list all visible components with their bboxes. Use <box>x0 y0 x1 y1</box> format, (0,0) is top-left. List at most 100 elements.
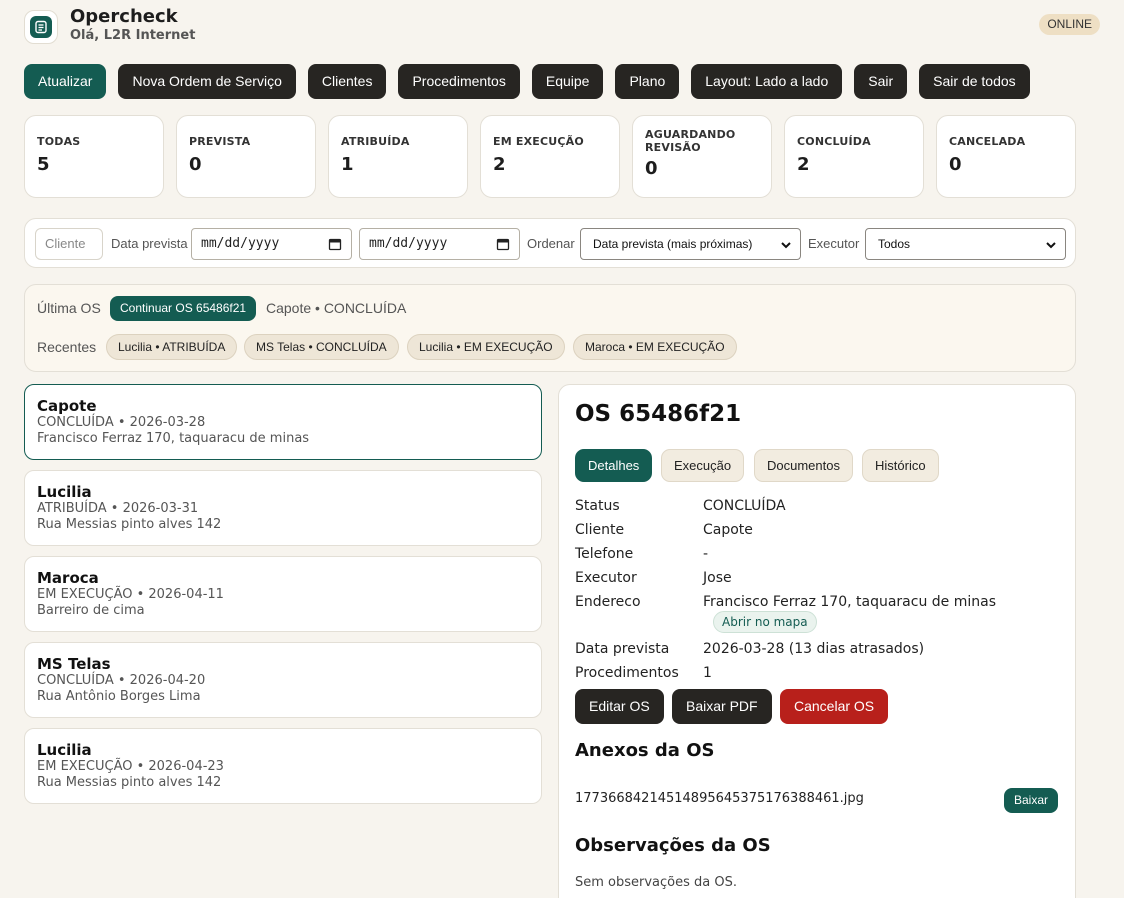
executor-select-value: Todos <box>878 237 911 251</box>
tab-execucao[interactable]: Execução <box>661 449 745 482</box>
detail-value-phone: - <box>703 546 709 562</box>
recent-chip[interactable]: Maroca • EM EXECUÇÃO <box>573 334 737 360</box>
order-address: Rua Messias pinto alves 142 <box>37 775 222 790</box>
plan-button[interactable]: Plano <box>615 64 680 99</box>
stat-label: CONCLUÍDA <box>797 135 871 148</box>
detail-label-address: Endereco <box>575 594 641 610</box>
stat-value: 2 <box>797 154 810 175</box>
order-address: Francisco Ferraz 170, taquaracu de minas <box>37 431 310 446</box>
date-from-value: mm/dd/yyyy <box>201 236 280 251</box>
detail-value-procedures: 1 <box>703 665 712 681</box>
client-filter-input[interactable]: Cliente <box>35 228 103 260</box>
app-logo <box>24 10 58 44</box>
stat-value: 2 <box>493 154 506 175</box>
stat-label: AGUARDANDO REVISÃO <box>645 128 736 154</box>
clients-button[interactable]: Clientes <box>307 64 387 99</box>
executor-label: Executor <box>808 236 860 251</box>
order-select-value: Data prevista (mais próximas) <box>593 237 753 251</box>
status-badge: ONLINE <box>1039 14 1100 35</box>
stat-card-concluida[interactable]: CONCLUÍDA 2 <box>784 115 924 198</box>
new-order-button[interactable]: Nova Ordem de Serviço <box>118 64 296 99</box>
recent-orders-panel: Última OS Continuar OS 65486f21 Capote •… <box>24 284 1076 372</box>
filter-bar: Cliente Data prevista mm/dd/yyyy mm/dd/y… <box>24 218 1076 268</box>
stat-card-aguardando-revisao[interactable]: AGUARDANDO REVISÃO 0 <box>632 115 772 198</box>
chevron-down-icon <box>781 242 791 249</box>
date-filter-label: Data prevista <box>111 236 188 251</box>
download-attachment-button[interactable]: Baixar <box>1004 788 1059 813</box>
order-client-name: MS Telas <box>37 655 111 673</box>
stat-card-prevista[interactable]: PREVISTA 0 <box>176 115 316 198</box>
order-status-date: CONCLUÍDA • 2026-04-20 <box>37 673 206 688</box>
detail-label-date: Data prevista <box>575 641 670 657</box>
order-client-name: Lucilia <box>37 483 92 501</box>
refresh-button[interactable]: Atualizar <box>24 64 107 99</box>
stat-value: 0 <box>645 158 658 179</box>
stat-label: CANCELADA <box>949 135 1026 148</box>
app-header: Opercheck Olá, L2R Internet ONLINE <box>24 6 1100 48</box>
executor-select[interactable]: Todos <box>865 228 1066 260</box>
order-status-date: EM EXECUÇÃO • 2026-04-11 <box>37 587 224 602</box>
calendar-icon[interactable] <box>496 237 510 251</box>
stat-value: 5 <box>37 154 50 175</box>
stat-value: 0 <box>189 154 202 175</box>
last-os-label: Última OS <box>37 300 101 316</box>
notes-text: Sem observações da OS. <box>575 875 737 890</box>
toolbar: Atualizar Nova Ordem de Serviço Clientes… <box>24 64 1030 99</box>
chevron-down-icon <box>1046 242 1056 249</box>
recent-chip[interactable]: MS Telas • CONCLUÍDA <box>244 334 399 360</box>
order-card[interactable]: Lucilia ATRIBUÍDA • 2026-03-31 Rua Messi… <box>24 470 542 546</box>
order-address: Rua Messias pinto alves 142 <box>37 517 222 532</box>
logout-all-button[interactable]: Sair de todos <box>919 64 1030 99</box>
date-to-input[interactable]: mm/dd/yyyy <box>359 228 520 260</box>
edit-os-button[interactable]: Editar OS <box>575 689 664 724</box>
open-map-link[interactable]: Abrir no mapa <box>713 611 817 633</box>
cancel-os-button[interactable]: Cancelar OS <box>780 689 889 724</box>
stat-card-cancelada[interactable]: CANCELADA 0 <box>936 115 1076 198</box>
order-client-name: Lucilia <box>37 741 92 759</box>
recent-chip[interactable]: Lucilia • EM EXECUÇÃO <box>407 334 565 360</box>
recent-label: Recentes <box>37 339 97 355</box>
order-status-date: EM EXECUÇÃO • 2026-04-23 <box>37 759 224 774</box>
date-from-input[interactable]: mm/dd/yyyy <box>191 228 352 260</box>
order-client-name: Maroca <box>37 569 99 587</box>
stat-label: TODAS <box>37 135 81 148</box>
clipboard-icon <box>30 16 52 38</box>
detail-label-status: Status <box>575 498 620 514</box>
layout-button[interactable]: Layout: Lado a lado <box>691 64 843 99</box>
order-client-name: Capote <box>37 397 97 415</box>
team-button[interactable]: Equipe <box>531 64 604 99</box>
order-card[interactable]: Maroca EM EXECUÇÃO • 2026-04-11 Barreiro… <box>24 556 542 632</box>
stat-card-em-execucao[interactable]: EM EXECUÇÃO 2 <box>480 115 620 198</box>
calendar-icon[interactable] <box>328 237 342 251</box>
tab-documentos[interactable]: Documentos <box>754 449 853 482</box>
order-card[interactable]: Lucilia EM EXECUÇÃO • 2026-04-23 Rua Mes… <box>24 728 542 804</box>
logout-button[interactable]: Sair <box>854 64 908 99</box>
continue-os-button[interactable]: Continuar OS 65486f21 <box>110 296 257 321</box>
detail-label-phone: Telefone <box>575 546 634 562</box>
attachment-filename: 17736684214514895645375176388461.jpg <box>575 791 864 806</box>
tab-historico[interactable]: Histórico <box>862 449 939 482</box>
stat-label: PREVISTA <box>189 135 251 148</box>
recent-chip[interactable]: Lucilia • ATRIBUÍDA <box>106 334 238 360</box>
download-pdf-button[interactable]: Baixar PDF <box>672 689 772 724</box>
order-label: Ordenar <box>527 236 575 251</box>
stat-card-todas[interactable]: TODAS 5 <box>24 115 164 198</box>
tab-detalhes[interactable]: Detalhes <box>575 449 653 482</box>
order-card[interactable]: Capote CONCLUÍDA • 2026-03-28 Francisco … <box>24 384 542 460</box>
notes-title: Observações da OS <box>575 835 771 856</box>
detail-value-address: Francisco Ferraz 170, taquaracu de minas <box>703 594 996 610</box>
order-status-date: CONCLUÍDA • 2026-03-28 <box>37 415 206 430</box>
order-card[interactable]: MS Telas CONCLUÍDA • 2026-04-20 Rua Antô… <box>24 642 542 718</box>
order-detail-panel: OS 65486f21 Detalhes Execução Documentos… <box>558 384 1076 898</box>
order-address: Rua Antônio Borges Lima <box>37 689 201 704</box>
greeting: Olá, L2R Internet <box>70 28 196 43</box>
detail-title: OS 65486f21 <box>575 401 742 427</box>
detail-value-date: 2026-03-28 (13 dias atrasados) <box>703 641 925 657</box>
detail-label-client: Cliente <box>575 522 625 538</box>
order-address: Barreiro de cima <box>37 603 145 618</box>
stat-card-atribuida[interactable]: ATRIBUÍDA 1 <box>328 115 468 198</box>
order-status-date: ATRIBUÍDA • 2026-03-31 <box>37 501 199 516</box>
procedures-button[interactable]: Procedimentos <box>398 64 520 99</box>
order-select[interactable]: Data prevista (mais próximas) <box>580 228 801 260</box>
detail-value-status: CONCLUÍDA <box>703 498 786 514</box>
